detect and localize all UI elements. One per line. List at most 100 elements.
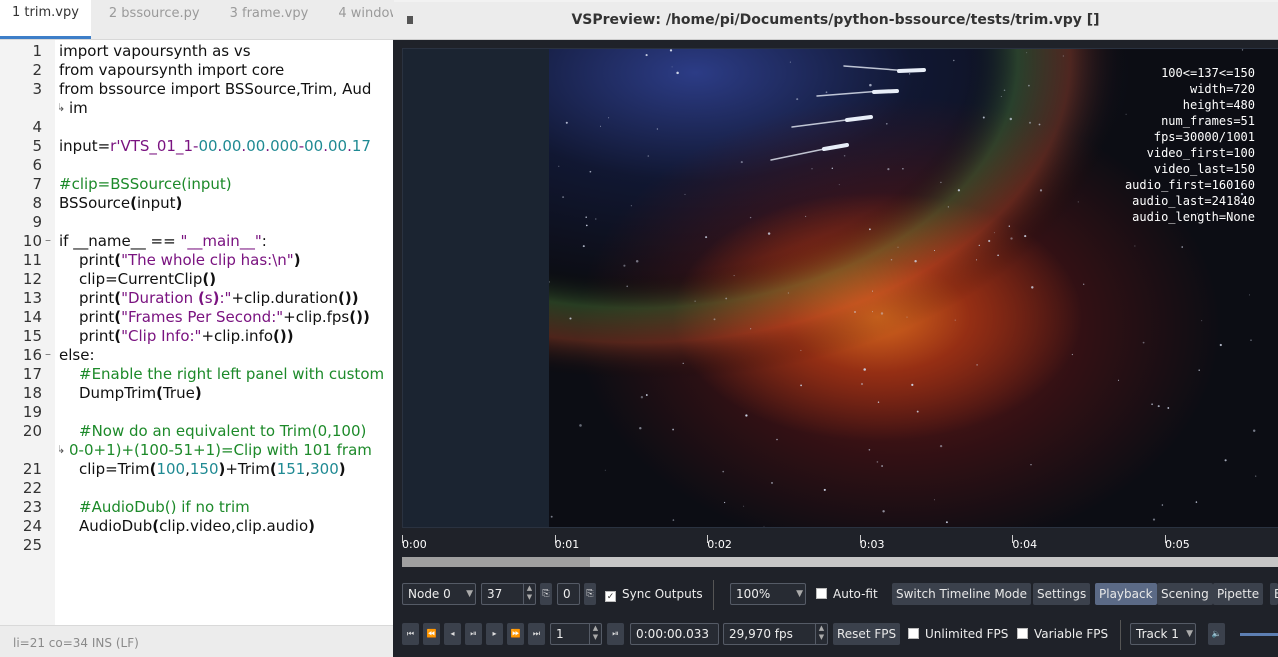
star-dot xyxy=(863,368,866,371)
toolbar-divider xyxy=(1120,620,1121,650)
reset-fps-button[interactable]: Reset FPS xyxy=(833,623,901,645)
seek-forward-one-icon[interactable]: ▸ xyxy=(486,623,503,645)
seek-to-start-icon[interactable]: ⏮ xyxy=(402,623,419,645)
volume-slider[interactable] xyxy=(1240,633,1278,636)
fold-toggle-icon[interactable]: – xyxy=(45,233,51,247)
settings-button[interactable]: Settings xyxy=(1033,583,1091,605)
star-dot xyxy=(600,125,601,127)
star-dot xyxy=(1248,294,1250,296)
window-title: VSPreview: /home/pi/Documents/python-bss… xyxy=(571,12,1100,28)
star-dot xyxy=(1152,518,1156,521)
star-dot xyxy=(800,384,802,387)
timeline-progress xyxy=(402,557,591,567)
star-dot xyxy=(1062,55,1064,57)
star-dot xyxy=(723,501,726,504)
variable-fps-checkbox[interactable]: Variable FPS xyxy=(1017,623,1108,645)
tab-frame-vpy[interactable]: 3 frame.vpy xyxy=(212,0,321,39)
seek-forward-n-icon[interactable]: ⏩ xyxy=(507,623,524,645)
line-number: 8 xyxy=(32,194,42,212)
star-dot xyxy=(887,168,890,171)
line-number: 10 xyxy=(22,232,42,250)
line-number: 9 xyxy=(32,213,42,231)
unlimited-fps-label: Unlimited FPS xyxy=(925,627,1009,641)
volume-icon[interactable]: 🔈 xyxy=(1208,623,1225,645)
star-dot xyxy=(565,121,568,124)
scening-button[interactable]: Scening xyxy=(1157,583,1213,605)
star-dot xyxy=(997,254,999,257)
overlay-line: 100<=137<=150 xyxy=(1161,66,1255,80)
line-number: 16 xyxy=(22,346,42,364)
code-area[interactable]: import vapoursynth as vs from vapoursynth… xyxy=(59,40,394,625)
seek-back-one-icon[interactable]: ◂ xyxy=(444,623,461,645)
audio-track-select[interactable]: Track 1 ▼ xyxy=(1130,623,1196,645)
star-dot xyxy=(1008,225,1010,227)
star-dot xyxy=(672,519,675,521)
fold-toggle-icon[interactable]: – xyxy=(45,347,51,361)
playback-button[interactable]: Playback xyxy=(1095,583,1157,605)
time-field[interactable]: 0:00:00.033 xyxy=(630,623,719,645)
star-dot xyxy=(890,258,893,261)
tab-bssource-py[interactable]: 2 bssource.py xyxy=(91,0,212,39)
star-dot xyxy=(740,161,743,164)
more-button[interactable]: B xyxy=(1270,583,1278,605)
star-dot xyxy=(869,83,872,87)
sync-outputs-checkbox[interactable]: ✓ Sync Outputs xyxy=(605,583,703,605)
frame-spinbox[interactable]: 37 ▲ ▼ xyxy=(481,583,536,605)
sync-frame-button[interactable]: ⎘ xyxy=(540,583,552,605)
unlimited-fps-checkbox[interactable]: Unlimited FPS xyxy=(908,623,1008,645)
window-title-bar[interactable]: VSPreview: /home/pi/Documents/python-bss… xyxy=(393,2,1278,40)
spin-arrows-icon[interactable]: ▲ ▼ xyxy=(589,624,601,644)
code-line: import vapoursynth as vs xyxy=(59,42,251,60)
fps-value: 29,970 fps xyxy=(729,627,793,641)
pipette-button[interactable]: Pipette xyxy=(1213,583,1264,605)
switch-timeline-mode-button[interactable]: Switch Timeline Mode xyxy=(892,583,1032,605)
code-editor: 1 trim.vpy 2 bssource.py 3 frame.vpy 4 w… xyxy=(0,0,400,657)
timeline[interactable]: 0:00 0:01 0:02 0:03 0:04 0:05 xyxy=(402,535,1278,575)
star-dot xyxy=(1161,504,1164,506)
star-dot xyxy=(933,249,936,252)
zoom-select[interactable]: 100% ▼ xyxy=(730,583,806,605)
star-dot xyxy=(1219,343,1222,347)
main-toolbar: Node 0 ▼ 37 ▲ ▼ ⎘ 0 ⎘ ✓ Sync Outputs 100% ▼ A… xyxy=(402,580,1278,610)
star-dot xyxy=(776,438,778,441)
preview-viewport[interactable]: 100<=137<=150 width=720 height=480 num_fram… xyxy=(402,48,1278,528)
star-dot xyxy=(608,117,610,119)
star-dot xyxy=(1000,96,1002,97)
star-dot xyxy=(885,122,888,125)
star-dot xyxy=(854,311,856,313)
star-dot xyxy=(902,168,904,170)
overlay-line: audio_length=None xyxy=(1132,210,1255,224)
star-dot xyxy=(635,260,639,263)
chevron-down-icon: ▼ xyxy=(466,589,473,599)
star-dot xyxy=(1083,283,1085,285)
star-dot xyxy=(1003,89,1006,92)
star-dot xyxy=(1026,52,1028,54)
index-spinbox[interactable]: 0 xyxy=(557,583,580,605)
tab-trim-vpy[interactable]: 1 trim.vpy xyxy=(0,0,91,39)
overlay-line: video_last=150 xyxy=(1153,162,1255,176)
line-number: 5 xyxy=(32,137,42,155)
star-dot xyxy=(639,426,642,430)
autofit-checkbox[interactable]: Auto-fit xyxy=(816,583,878,605)
timeline-bar[interactable] xyxy=(402,557,1278,567)
star-dot xyxy=(585,216,587,218)
fps-spinbox[interactable]: 29,970 fps ▲ ▼ xyxy=(723,623,828,645)
star-dot xyxy=(1024,235,1027,238)
star-dot xyxy=(1142,341,1145,344)
sync-outputs-label: Sync Outputs xyxy=(622,587,703,601)
spin-arrows-icon[interactable]: ▲ ▼ xyxy=(523,584,535,604)
seek-back-n-icon[interactable]: ⏪ xyxy=(423,623,440,645)
star-dot xyxy=(1031,286,1034,289)
node-select[interactable]: Node 0 ▼ xyxy=(402,583,476,605)
step-spinbox[interactable]: 1 ▲ ▼ xyxy=(550,623,602,645)
line-number: 15 xyxy=(22,327,42,345)
seek-to-end-icon[interactable]: ⏭ xyxy=(528,623,545,645)
spin-arrows-icon[interactable]: ▲ ▼ xyxy=(815,624,827,644)
sync-index-button[interactable]: ⎘ xyxy=(584,583,596,605)
play-pause-icon[interactable]: ⏯ xyxy=(465,623,482,645)
line-number: 19 xyxy=(22,403,42,421)
play-n-frames-icon[interactable]: ⏯ xyxy=(607,623,624,645)
star-dot xyxy=(694,300,696,302)
star-dot xyxy=(722,470,725,473)
star-dot xyxy=(750,328,752,330)
